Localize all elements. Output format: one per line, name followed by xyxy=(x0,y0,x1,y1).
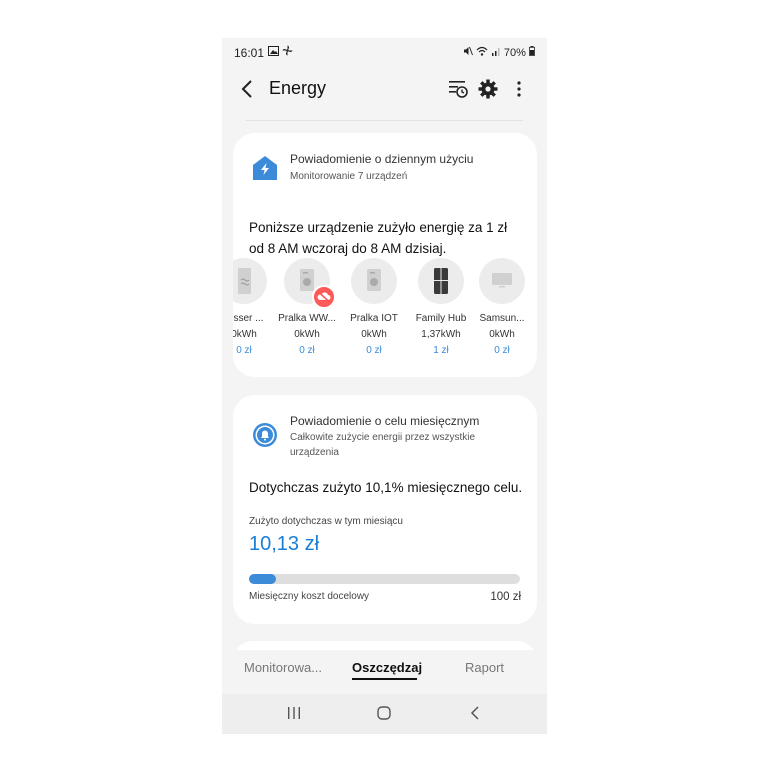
device-kwh: 0kWh xyxy=(489,329,515,340)
daily-message-line1: od 8 AM wczoraj do 8 AM dzisiaj. xyxy=(249,241,447,256)
bottom-tabs: Monitorowa... Oszczędzaj Raport xyxy=(222,650,547,694)
device-kwh: 0kWh xyxy=(294,329,320,340)
signal-icon xyxy=(491,48,500,56)
history-list-icon[interactable] xyxy=(447,78,469,100)
more-options-icon[interactable] xyxy=(508,78,530,100)
gallery-icon xyxy=(268,46,279,56)
gear-icon[interactable] xyxy=(477,78,499,100)
tab-save[interactable]: Oszczędzaj xyxy=(352,660,422,675)
device-item[interactable]: Pralka IOT 0kWh 0 zł xyxy=(341,258,407,356)
monthly-message: Dotychczas zużyto 10,1% miesięcznego cel… xyxy=(249,480,523,495)
battery-level: 70% xyxy=(503,47,526,59)
mute-icon xyxy=(463,46,473,56)
phone-screen: 16:01 70% Energy Powiadomienie o dzienny… xyxy=(222,38,547,734)
device-kwh: 0kWh xyxy=(361,329,387,340)
goal-progress-fill xyxy=(249,574,277,584)
device-cost: 0 zł xyxy=(366,345,382,356)
wifi-icon xyxy=(476,46,488,56)
offline-badge xyxy=(312,285,336,309)
device-cost: 0 zł xyxy=(236,345,252,356)
back-icon[interactable] xyxy=(468,705,482,721)
fridge-icon xyxy=(434,268,448,294)
device-item[interactable]: Family Hub 1,37kWh 1 zł xyxy=(408,258,474,356)
back-arrow-icon[interactable] xyxy=(240,78,254,100)
device-kwh: 0kWh xyxy=(233,329,257,340)
bell-icon xyxy=(253,423,277,447)
device-cost: 0 zł xyxy=(299,345,315,356)
device-cost: 1 zł xyxy=(433,345,449,356)
device-item[interactable]: Samsun... 0kWh 0 zł xyxy=(469,258,535,356)
device-name: Pralka WW... xyxy=(278,313,336,324)
app-bar: Energy xyxy=(222,66,547,112)
goal-progress-bar xyxy=(249,574,520,584)
device-name: Pralka IOT xyxy=(350,313,398,324)
status-bar: 16:01 70% xyxy=(222,38,547,66)
tv-icon xyxy=(492,273,512,288)
system-nav-bar xyxy=(222,694,547,734)
used-value: 10,13 zł xyxy=(249,533,320,555)
status-time: 16:01 xyxy=(234,46,265,60)
device-item[interactable]: resser ... 0kWh 0 zł xyxy=(233,258,277,356)
recent-apps-icon[interactable] xyxy=(286,705,302,721)
cloud-off-icon xyxy=(317,291,331,303)
monthly-goal-card[interactable]: Powiadomienie o celu miesięcznym Całkowi… xyxy=(233,395,537,624)
dresser-icon xyxy=(238,268,251,294)
monthly-card-title: Powiadomienie o celu miesięcznym xyxy=(290,414,480,428)
battery-icon xyxy=(529,46,535,56)
used-label: Zużyto dotychczas w tym miesiącu xyxy=(249,516,403,527)
divider xyxy=(246,120,523,121)
page-title: Energy xyxy=(269,78,327,98)
target-value: 100 zł xyxy=(490,591,521,603)
device-list[interactable]: resser ... 0kWh 0 zł Pralka WW... 0kWh 0… xyxy=(233,258,537,358)
device-name: resser ... xyxy=(233,313,264,324)
active-tab-indicator xyxy=(352,678,417,680)
device-cost: 0 zł xyxy=(494,345,510,356)
device-item[interactable]: Pralka WW... 0kWh 0 zł xyxy=(274,258,340,356)
tab-monitor[interactable]: Monitorowa... xyxy=(244,660,322,675)
washer-icon xyxy=(367,269,381,291)
daily-card-subtitle: Monitorowanie 7 urządzeń xyxy=(290,171,408,182)
home-icon[interactable] xyxy=(376,705,392,721)
device-kwh: 1,37kWh xyxy=(421,329,461,340)
daily-card-title: Powiadomienie o dziennym użyciu xyxy=(290,152,474,166)
fan-icon xyxy=(282,45,293,56)
device-name: Samsun... xyxy=(479,313,525,324)
daily-usage-card[interactable]: Powiadomienie o dziennym użyciu Monitoro… xyxy=(233,133,537,377)
monthly-card-subtitle: Całkowite zużycie energii przez wszystki… xyxy=(290,432,476,458)
home-energy-icon xyxy=(253,156,277,180)
tab-report[interactable]: Raport xyxy=(465,660,504,675)
daily-message-first: Poniższe urządzenie zużyło energię za 1 … xyxy=(249,220,508,235)
target-label: Miesięczny koszt docelowy xyxy=(249,591,370,602)
device-name: Family Hub xyxy=(415,313,467,324)
